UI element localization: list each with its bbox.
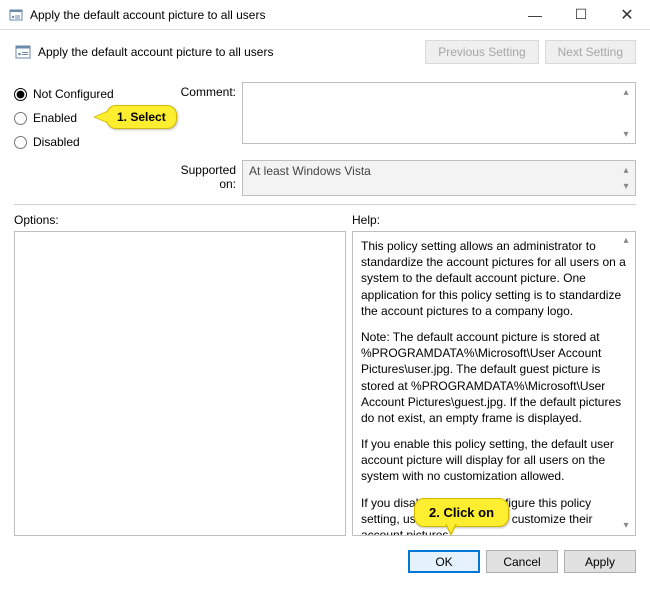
scroll-up-icon[interactable]: ▴ xyxy=(619,85,633,99)
apply-button[interactable]: Apply xyxy=(564,550,636,573)
page-title: Apply the default account picture to all… xyxy=(38,45,419,59)
options-label: Options: xyxy=(14,213,352,227)
help-panel: This policy setting allows an administra… xyxy=(352,231,636,536)
ok-button[interactable]: OK xyxy=(408,550,480,573)
help-paragraph: Note: The default account picture is sto… xyxy=(361,329,627,426)
divider xyxy=(14,204,636,205)
app-icon xyxy=(8,7,24,23)
radio-not-configured-label[interactable]: Not Configured xyxy=(33,87,114,101)
comment-textarea[interactable]: ▴ ▾ xyxy=(242,82,636,144)
supported-on-box: At least Windows Vista ▴ ▾ xyxy=(242,160,636,196)
dialog-footer: OK Cancel Apply xyxy=(0,544,650,573)
scroll-down-icon[interactable]: ▾ xyxy=(619,519,633,533)
help-paragraph: This policy setting allows an administra… xyxy=(361,238,627,319)
help-label: Help: xyxy=(352,213,380,227)
title-bar: Apply the default account picture to all… xyxy=(0,0,650,30)
window-title: Apply the default account picture to all… xyxy=(30,8,512,22)
next-setting-button[interactable]: Next Setting xyxy=(545,40,636,64)
supported-on-text: At least Windows Vista xyxy=(249,164,371,178)
annotation-select: 1. Select xyxy=(106,105,177,129)
supported-on-label: Supported on: xyxy=(164,160,242,191)
scroll-up-icon[interactable]: ▴ xyxy=(619,234,633,248)
state-radio-group: Not Configured Enabled 1. Select Disable… xyxy=(14,82,164,154)
window-controls: — ☐ ✕ xyxy=(512,0,650,29)
radio-enabled[interactable] xyxy=(14,112,27,125)
close-button[interactable]: ✕ xyxy=(604,0,650,29)
radio-disabled-label[interactable]: Disabled xyxy=(33,135,80,149)
scroll-down-icon[interactable]: ▾ xyxy=(619,127,633,141)
previous-setting-button[interactable]: Previous Setting xyxy=(425,40,538,64)
scroll-up-icon[interactable]: ▴ xyxy=(619,163,633,177)
scroll-down-icon[interactable]: ▾ xyxy=(619,179,633,193)
maximize-button[interactable]: ☐ xyxy=(558,0,604,29)
comment-label: Comment: xyxy=(164,82,242,99)
header-row: Apply the default account picture to all… xyxy=(14,40,636,64)
options-panel xyxy=(14,231,346,536)
cancel-button[interactable]: Cancel xyxy=(486,550,558,573)
radio-disabled[interactable] xyxy=(14,136,27,149)
help-paragraph: If you enable this policy setting, the d… xyxy=(361,436,627,485)
annotation-click-on: 2. Click on xyxy=(414,498,509,527)
policy-icon xyxy=(14,43,32,61)
radio-not-configured[interactable] xyxy=(14,88,27,101)
minimize-button[interactable]: — xyxy=(512,0,558,29)
radio-enabled-label[interactable]: Enabled xyxy=(33,111,77,125)
